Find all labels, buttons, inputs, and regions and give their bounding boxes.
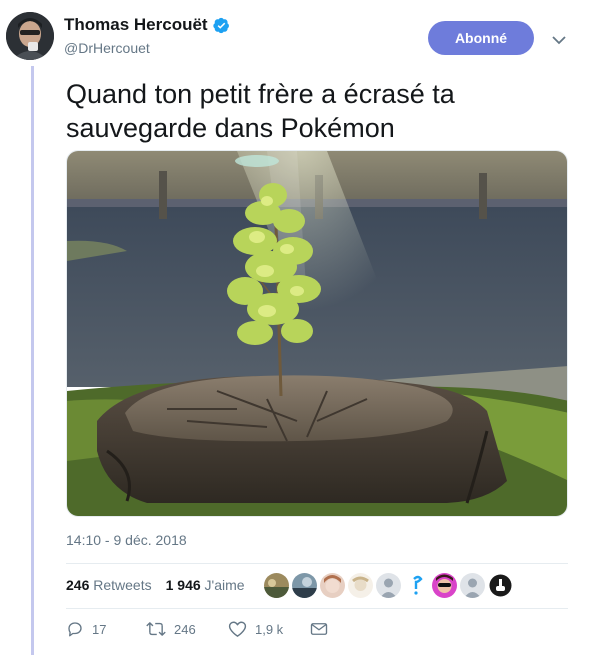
liker-avatar[interactable] xyxy=(432,573,457,598)
likes-stat[interactable]: 1 946 J'aime xyxy=(166,577,245,593)
retweets-count[interactable]: 246 xyxy=(66,577,89,593)
like-button[interactable]: 1,9 k xyxy=(228,620,310,638)
tweet-text: Quand ton petit frère a écrasé ta sauveg… xyxy=(66,79,455,143)
retweet-button[interactable]: 246 xyxy=(146,620,228,638)
divider xyxy=(66,608,568,609)
likes-count[interactable]: 1 946 xyxy=(166,577,201,593)
liker-avatar[interactable] xyxy=(376,573,401,598)
following-button[interactable]: Abonné xyxy=(428,21,534,55)
liker-avatar[interactable] xyxy=(348,573,373,598)
retweets-label[interactable]: Retweets xyxy=(93,577,151,593)
like-count: 1,9 k xyxy=(255,621,284,637)
tweet-photo[interactable] xyxy=(66,150,568,517)
liker-avatar[interactable] xyxy=(292,573,317,598)
display-name[interactable]: Thomas Hercouët xyxy=(64,15,230,35)
tweet-actions: 17 246 1,9 k xyxy=(66,620,328,638)
liker-avatars xyxy=(264,573,513,598)
liker-avatar[interactable] xyxy=(404,573,429,598)
thread-line xyxy=(31,66,34,655)
divider xyxy=(66,563,568,564)
avatar[interactable] xyxy=(6,12,54,60)
chevron-down-icon[interactable] xyxy=(549,30,569,50)
liker-avatar[interactable] xyxy=(320,573,345,598)
user-handle[interactable]: @DrHercouet xyxy=(64,40,150,56)
retweet-count: 246 xyxy=(174,621,196,637)
envelope-icon xyxy=(310,623,328,635)
likes-label[interactable]: J'aime xyxy=(205,577,245,593)
tweet-timestamp[interactable]: 14:10 - 9 déc. 2018 xyxy=(66,532,187,548)
retweets-stat[interactable]: 246 Retweets xyxy=(66,577,152,593)
reply-count: 17 xyxy=(92,621,107,637)
verified-badge-icon xyxy=(212,17,229,33)
heart-icon xyxy=(228,621,247,637)
reply-button[interactable]: 17 xyxy=(66,620,146,638)
direct-message-button[interactable] xyxy=(310,621,328,637)
liker-avatar[interactable] xyxy=(488,573,513,598)
display-name-text[interactable]: Thomas Hercouët xyxy=(64,15,208,35)
retweet-icon xyxy=(146,622,166,636)
engagement-stats: 246 Retweets 1 946 J'aime xyxy=(66,577,245,593)
liker-avatar[interactable] xyxy=(264,573,289,598)
liker-avatar[interactable] xyxy=(460,573,485,598)
reply-icon xyxy=(68,622,82,637)
